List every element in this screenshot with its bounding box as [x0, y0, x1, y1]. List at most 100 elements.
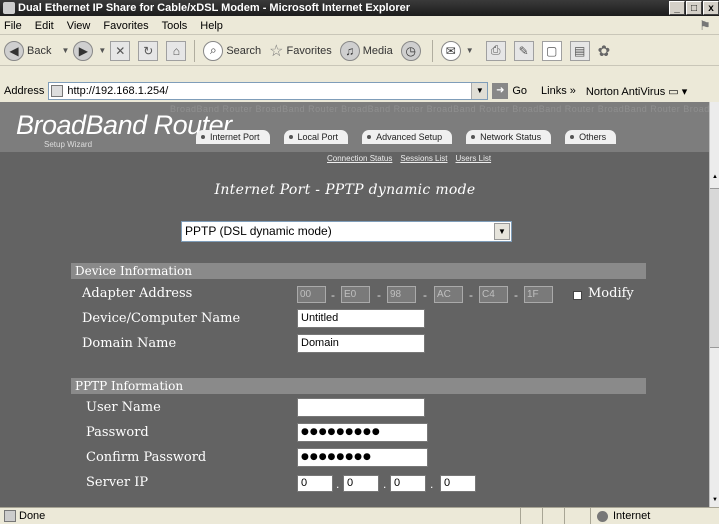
mac-octet-3: 98: [387, 286, 416, 303]
users-list-link[interactable]: Users List: [456, 154, 492, 163]
mac-separator: -: [423, 288, 427, 302]
pptp-info-header: PPTP Information: [71, 378, 646, 394]
domain-name-input[interactable]: Domain: [297, 334, 425, 353]
mac-separator: -: [331, 288, 335, 302]
domain-name-label: Domain Name: [82, 336, 177, 351]
toolbar: ◀ Back ▼ ▶ ▼ ✕ ↻ ⌂ ⌕ Search ☆ Favorites …: [0, 36, 719, 66]
discuss-icon[interactable]: ▢: [541, 40, 562, 61]
zone-label: Internet: [613, 510, 651, 522]
server-ip-octet-1[interactable]: 0: [297, 475, 333, 492]
history-icon[interactable]: ◷: [400, 40, 421, 61]
menu-bar: File Edit View Favorites Tools Help ⚑: [0, 17, 719, 35]
tab-advanced-setup[interactable]: Advanced Setup: [362, 130, 453, 144]
go-button[interactable]: ➜ Go: [492, 83, 527, 99]
modify-label: Modify: [588, 286, 634, 301]
minimize-button[interactable]: _: [669, 1, 685, 15]
back-arrow-icon: ◀: [4, 40, 24, 61]
password-label: Password: [86, 425, 149, 440]
edit-icon[interactable]: ✎: [513, 40, 534, 61]
mac-octet-1: 00: [297, 286, 326, 303]
research-icon[interactable]: ▤: [569, 40, 590, 61]
mac-separator: -: [469, 288, 473, 302]
scroll-up-icon[interactable]: ▲: [710, 174, 719, 184]
computer-name-label: Device/Computer Name: [82, 311, 241, 326]
server-ip-octet-2[interactable]: 0: [343, 475, 379, 492]
tab-network-status[interactable]: Network Status: [466, 130, 552, 144]
mac-separator: -: [514, 288, 518, 302]
go-arrow-icon: ➜: [492, 83, 509, 99]
menu-view[interactable]: View: [67, 20, 91, 32]
forward-dropdown-icon[interactable]: ▼: [98, 46, 106, 55]
back-dropdown-icon[interactable]: ▼: [61, 46, 69, 55]
norton-antivirus-button[interactable]: Norton AntiVirus ▭ ▾: [586, 85, 687, 98]
security-zone: Internet: [590, 508, 650, 524]
mac-octet-5: C4: [479, 286, 508, 303]
mac-octet-4: AC: [434, 286, 463, 303]
home-icon[interactable]: ⌂: [166, 40, 187, 61]
toolbar-separator: [194, 39, 196, 62]
router-banner: BroadBand Router BroadBand Router BroadB…: [0, 102, 709, 152]
star-icon: ☆: [269, 42, 284, 60]
status-cells: [520, 508, 586, 524]
menu-tools[interactable]: Tools: [162, 20, 188, 32]
menu-edit[interactable]: Edit: [35, 20, 54, 32]
router-page: BroadBand Router BroadBand Router BroadB…: [0, 102, 709, 507]
menu-help[interactable]: Help: [200, 20, 223, 32]
address-dropdown-icon[interactable]: ▼: [471, 83, 488, 99]
print-icon[interactable]: ⎙: [485, 40, 506, 61]
tab-internet-port[interactable]: Internet Port: [196, 130, 270, 144]
page-title: Internet Port - PPTP dynamic mode: [214, 182, 476, 198]
window-titlebar: Dual Ethernet IP Share for Cable/xDSL Mo…: [0, 0, 719, 16]
status-bar: Done Internet: [0, 507, 719, 524]
scroll-down-icon[interactable]: ▼: [710, 497, 719, 507]
scroll-thumb[interactable]: [710, 188, 719, 348]
ip-dot: .: [430, 477, 434, 491]
mac-octet-2: E0: [341, 286, 370, 303]
forward-arrow-icon[interactable]: ▶: [73, 40, 94, 61]
address-input[interactable]: http://192.168.1.254/ ▼: [48, 82, 489, 100]
address-label: Address: [4, 85, 45, 97]
sessions-list-link[interactable]: Sessions List: [400, 154, 447, 163]
windows-logo-icon: ⚑: [699, 18, 711, 33]
tab-others[interactable]: Others: [565, 130, 617, 144]
server-ip-octet-3[interactable]: 0: [390, 475, 426, 492]
mail-icon[interactable]: ✉: [440, 40, 461, 61]
menu-favorites[interactable]: Favorites: [103, 20, 148, 32]
toolbar-separator: [431, 39, 433, 62]
media-button[interactable]: ♫ Media: [339, 40, 393, 61]
setup-wizard-link[interactable]: Setup Wizard: [44, 140, 92, 149]
media-label: Media: [362, 44, 393, 57]
mac-octet-6: 1F: [524, 286, 553, 303]
refresh-icon[interactable]: ↻: [138, 40, 159, 61]
close-button[interactable]: x: [703, 1, 719, 15]
search-button[interactable]: ⌕ Search: [203, 40, 261, 61]
page-done-icon: [4, 510, 16, 522]
menu-file[interactable]: File: [4, 20, 22, 32]
stop-icon[interactable]: ✕: [110, 40, 131, 61]
server-ip-octet-4[interactable]: 0: [440, 475, 476, 492]
links-button[interactable]: Links »: [541, 85, 576, 97]
vertical-scrollbar[interactable]: ▲ ▼: [709, 102, 719, 507]
main-tabs: Internet Port Local Port Advanced Setup …: [196, 130, 617, 144]
device-info-header: Device Information: [71, 263, 646, 279]
password-input[interactable]: ●●●●●●●●●: [297, 423, 428, 442]
back-button[interactable]: ◀ Back: [4, 40, 51, 61]
modify-checkbox[interactable]: [573, 291, 582, 300]
maximize-button[interactable]: □: [686, 1, 702, 15]
messenger-icon[interactable]: ✿: [598, 42, 611, 60]
favorites-button[interactable]: ☆ Favorites: [269, 41, 332, 61]
computer-name-input[interactable]: Untitled: [297, 309, 425, 328]
ip-dot: .: [336, 477, 340, 491]
connection-mode-select[interactable]: PPTP (DSL dynamic mode) ▼: [181, 221, 512, 242]
confirm-password-input[interactable]: ●●●●●●●●: [297, 448, 428, 467]
mail-dropdown-icon[interactable]: ▼: [466, 46, 474, 55]
media-icon: ♫: [339, 40, 360, 61]
adapter-address-label: Adapter Address: [82, 286, 193, 301]
connection-status-link[interactable]: Connection Status: [327, 154, 392, 163]
ip-dot: .: [383, 477, 387, 491]
mac-separator: -: [377, 288, 381, 302]
user-name-label: User Name: [86, 400, 161, 415]
user-name-input[interactable]: [297, 398, 425, 417]
go-label: Go: [512, 85, 528, 97]
tab-local-port[interactable]: Local Port: [283, 130, 349, 144]
